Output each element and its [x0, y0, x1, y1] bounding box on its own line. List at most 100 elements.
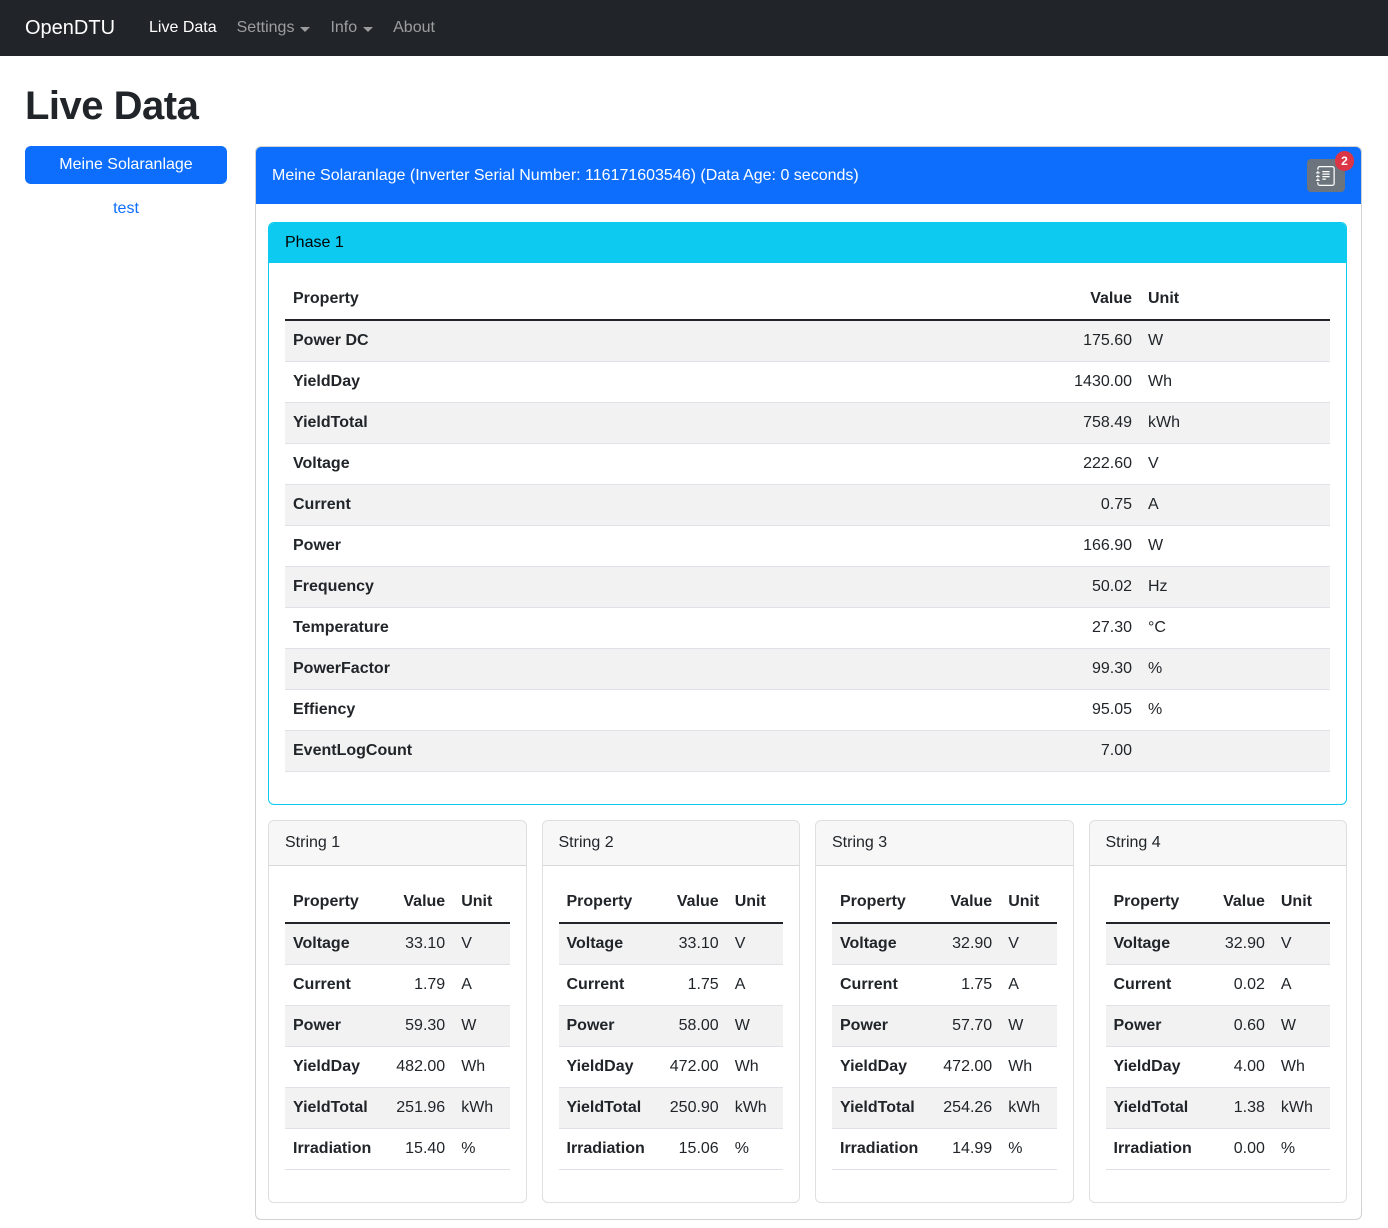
table-row: Power58.00W [559, 1006, 784, 1047]
phase-card: Phase 1 Property Value Unit [268, 222, 1347, 805]
string-card-title: String 4 [1090, 821, 1347, 866]
unit-cell: °C [1140, 608, 1330, 649]
unit-cell: kWh [727, 1088, 783, 1129]
column-header-value: Value [379, 882, 453, 923]
property-cell: YieldTotal [285, 1088, 379, 1129]
table-row: YieldTotal251.96kWh [285, 1088, 510, 1129]
table-row: Current1.75A [559, 965, 784, 1006]
column-header-property: Property [559, 882, 653, 923]
inverter-header-text: Meine Solaranlage (Inverter Serial Numbe… [272, 164, 859, 188]
property-cell: YieldTotal [285, 403, 1030, 444]
property-cell: Irradiation [559, 1129, 653, 1170]
value-cell: 166.90 [1030, 526, 1140, 567]
value-cell: 33.10 [653, 923, 727, 965]
value-cell: 175.60 [1030, 320, 1140, 362]
unit-cell: % [727, 1129, 783, 1170]
unit-cell: kWh [453, 1088, 509, 1129]
column-header-property: Property [832, 882, 926, 923]
property-cell: Current [285, 485, 1030, 526]
phase-table: Property Value Unit Power DC175.60WYield… [285, 279, 1330, 772]
value-cell: 222.60 [1030, 444, 1140, 485]
unit-cell [1140, 731, 1330, 772]
value-cell: 32.90 [1200, 923, 1273, 965]
value-cell: 0.60 [1200, 1006, 1273, 1047]
value-cell: 472.00 [926, 1047, 1000, 1088]
unit-cell: V [727, 923, 783, 965]
property-cell: YieldDay [1106, 1047, 1200, 1088]
string-table-2: Property Value Unit Voltage33.10VCurrent… [559, 882, 784, 1170]
column-header-unit: Unit [1000, 882, 1056, 923]
property-cell: Current [285, 965, 379, 1006]
caret-down-icon [363, 27, 373, 32]
value-cell: 1430.00 [1030, 362, 1140, 403]
table-header-row: Property Value Unit [1106, 882, 1331, 923]
property-cell: YieldDay [559, 1047, 653, 1088]
unit-cell: A [453, 965, 509, 1006]
sidebar-item-test[interactable]: test [25, 190, 227, 228]
brand-link[interactable]: OpenDTU [25, 13, 115, 43]
unit-cell: A [727, 965, 783, 1006]
unit-cell: V [1140, 444, 1330, 485]
table-row: Power166.90W [285, 526, 1330, 567]
string-card-4: String 4 Property Value Unit [1089, 820, 1348, 1203]
table-row: Irradiation14.99% [832, 1129, 1057, 1170]
property-cell: YieldDay [285, 362, 1030, 403]
property-cell: YieldTotal [559, 1088, 653, 1129]
nav-item-settings[interactable]: Settings [227, 8, 321, 48]
column-header-property: Property [285, 882, 379, 923]
table-row: Voltage32.90V [1106, 923, 1331, 965]
sidebar-item-meine-solaranlage[interactable]: Meine Solaranlage [25, 146, 227, 184]
unit-cell: W [453, 1006, 509, 1047]
value-cell: 50.02 [1030, 567, 1140, 608]
property-cell: Current [1106, 965, 1200, 1006]
table-row: Power57.70W [832, 1006, 1057, 1047]
table-row: Frequency50.02Hz [285, 567, 1330, 608]
property-cell: PowerFactor [285, 649, 1030, 690]
property-cell: Current [559, 965, 653, 1006]
table-header-row: Property Value Unit [559, 882, 784, 923]
journal-text-icon [1316, 166, 1336, 186]
property-cell: Voltage [285, 444, 1030, 485]
column-header-unit: Unit [727, 882, 783, 923]
table-row: YieldTotal250.90kWh [559, 1088, 784, 1129]
value-cell: 7.00 [1030, 731, 1140, 772]
unit-cell: % [1140, 649, 1330, 690]
unit-cell: Wh [1000, 1047, 1056, 1088]
property-cell: Voltage [559, 923, 653, 965]
value-cell: 472.00 [653, 1047, 727, 1088]
value-cell: 27.30 [1030, 608, 1140, 649]
value-cell: 1.38 [1200, 1088, 1273, 1129]
table-row: Current1.79A [285, 965, 510, 1006]
string-card-2: String 2 Property Value Unit [542, 820, 801, 1203]
string-card-1: String 1 Property Value Unit [268, 820, 527, 1203]
table-row: Current0.02A [1106, 965, 1331, 1006]
table-header-row: Property Value Unit [285, 279, 1330, 320]
nav-item-settings-label: Settings [237, 16, 295, 40]
column-header-value: Value [1200, 882, 1273, 923]
table-row: YieldTotal1.38kWh [1106, 1088, 1331, 1129]
table-row: Power59.30W [285, 1006, 510, 1047]
table-row: YieldDay482.00Wh [285, 1047, 510, 1088]
nav-item-about[interactable]: About [383, 8, 445, 48]
property-cell: Power [832, 1006, 926, 1047]
value-cell: 758.49 [1030, 403, 1140, 444]
value-cell: 95.05 [1030, 690, 1140, 731]
unit-cell: V [453, 923, 509, 965]
table-row: EventLogCount7.00 [285, 731, 1330, 772]
string-card-title: String 3 [816, 821, 1073, 866]
unit-cell: kWh [1273, 1088, 1330, 1129]
property-cell: Voltage [832, 923, 926, 965]
page-title: Live Data [25, 76, 1362, 136]
table-row: Voltage33.10V [285, 923, 510, 965]
inverter-card: Meine Solaranlage (Inverter Serial Numbe… [255, 146, 1362, 1220]
value-cell: 59.30 [379, 1006, 453, 1047]
unit-cell: % [1273, 1129, 1330, 1170]
nav-item-live-data[interactable]: Live Data [139, 8, 227, 48]
eventlog-button[interactable]: 2 [1307, 159, 1345, 192]
nav-item-info[interactable]: Info [320, 8, 383, 48]
value-cell: 99.30 [1030, 649, 1140, 690]
property-cell: Voltage [285, 923, 379, 965]
value-cell: 32.90 [926, 923, 1000, 965]
column-header-value: Value [653, 882, 727, 923]
value-cell: 0.75 [1030, 485, 1140, 526]
